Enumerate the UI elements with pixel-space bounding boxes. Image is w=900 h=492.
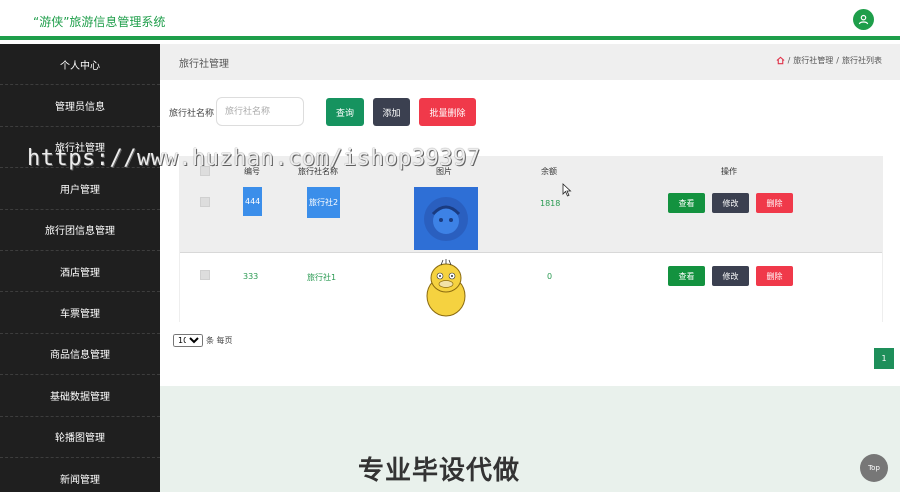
edit-button[interactable]: 修改: [712, 193, 749, 213]
sidebar: 个人中心 管理员信息 旅行社管理 用户管理 旅行团信息管理 酒店管理 车票管理 …: [0, 44, 160, 492]
sidebar-item-news[interactable]: 新闻管理: [0, 458, 160, 492]
row-checkbox[interactable]: [200, 270, 210, 280]
query-button[interactable]: 查询: [326, 98, 364, 126]
row-checkbox[interactable]: [200, 197, 210, 207]
row-name: 旅行社1: [307, 273, 337, 282]
agency-image: [414, 187, 478, 250]
breadcrumb-travel-agency[interactable]: 旅行社管理: [793, 55, 833, 66]
watermark-url: https://www.huzhan.com/ishop39397: [27, 146, 481, 171]
data-table: 编号 旅行社名称 图片 余额 操作 444 旅行社2 1818 查看 修改 删除…: [179, 156, 883, 322]
search-label: 旅行社名称: [169, 109, 215, 119]
breadcrumb-list: 旅行社列表: [842, 56, 882, 65]
page-number-button[interactable]: 1: [874, 348, 894, 369]
app-title: “游侠”旅游信息管理系统: [33, 15, 166, 29]
row-id: 444: [243, 187, 263, 216]
breadcrumb-separator: /: [787, 56, 791, 65]
table-row: 333 旅行社1 0 查看 修改 删除: [180, 254, 882, 322]
footer-ad-text: 专业毕设代做: [358, 456, 521, 486]
footer-area: 专业毕设代做: [160, 386, 900, 492]
view-button[interactable]: 查看: [668, 193, 705, 213]
delete-button[interactable]: 删除: [756, 193, 793, 213]
per-page-label: 条 每页: [206, 336, 233, 345]
sidebar-item-admin-info[interactable]: 管理员信息: [0, 85, 160, 127]
column-header-balance: 余额: [541, 167, 557, 176]
column-header-actions: 操作: [721, 167, 737, 176]
user-button[interactable]: [853, 9, 874, 30]
home-icon[interactable]: [776, 56, 785, 65]
add-button[interactable]: 添加: [373, 98, 410, 126]
page-title: 旅行社管理: [179, 59, 229, 70]
back-to-top-button[interactable]: Top: [860, 454, 888, 482]
main-content: 旅行社管理 / 旅行社管理 / 旅行社列表 旅行社名称 查询 添加 批量删除 编…: [160, 44, 900, 492]
page-size-select[interactable]: 10: [173, 334, 203, 347]
view-button[interactable]: 查看: [668, 266, 705, 286]
row-balance: 0: [547, 272, 553, 281]
table-row: 444 旅行社2 1818 查看 修改 删除: [180, 183, 882, 253]
breadcrumb: / 旅行社管理 / 旅行社列表: [776, 55, 882, 66]
agency-image: [414, 256, 478, 320]
sidebar-item-base-data[interactable]: 基础数据管理: [0, 375, 160, 417]
flower-avatar-icon: [424, 196, 468, 241]
sidebar-item-carousel[interactable]: 轮播图管理: [0, 417, 160, 458]
sidebar-item-hotels[interactable]: 酒店管理: [0, 251, 160, 293]
sidebar-item-personal-center[interactable]: 个人中心: [0, 44, 160, 86]
page-size-control: 10 条 每页: [173, 334, 233, 347]
batch-delete-button[interactable]: 批量删除: [419, 98, 476, 126]
user-icon: [858, 14, 869, 25]
top-header: “游侠”旅游信息管理系统: [0, 0, 900, 40]
row-id: 333: [243, 272, 259, 281]
search-input[interactable]: [216, 97, 304, 126]
mouse-cursor-icon: [562, 183, 572, 197]
delete-button[interactable]: 删除: [756, 266, 793, 286]
breadcrumb-separator: /: [836, 56, 839, 65]
row-balance: 1818: [540, 199, 561, 208]
edit-button[interactable]: 修改: [712, 266, 749, 286]
sidebar-item-tickets[interactable]: 车票管理: [0, 292, 160, 334]
breadcrumb-bar: 旅行社管理 / 旅行社管理 / 旅行社列表: [160, 44, 900, 80]
duck-cartoon-icon: [426, 259, 466, 317]
sidebar-item-products[interactable]: 商品信息管理: [0, 334, 160, 376]
sidebar-item-users[interactable]: 用户管理: [0, 168, 160, 210]
row-name: 旅行社2: [307, 187, 341, 218]
sidebar-item-tour-groups[interactable]: 旅行团信息管理: [0, 210, 160, 251]
